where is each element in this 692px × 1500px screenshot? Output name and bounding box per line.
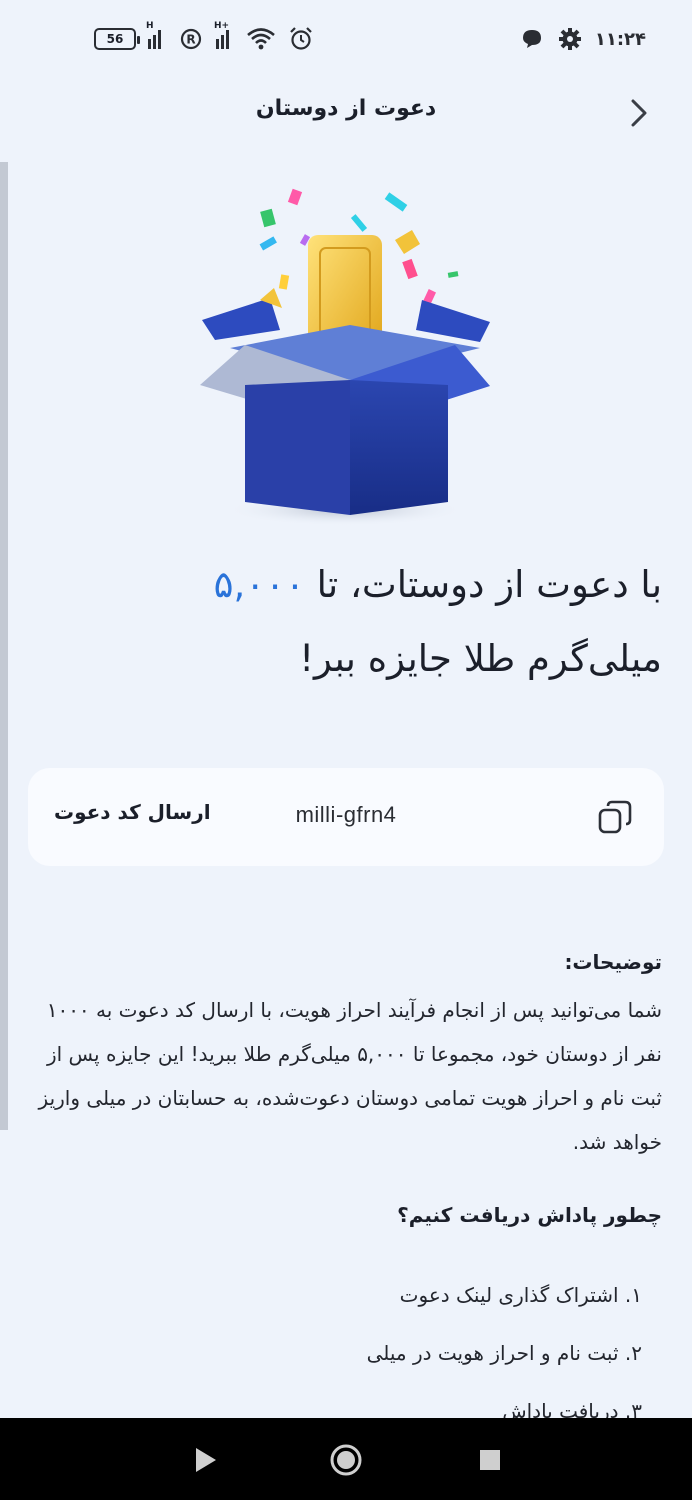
gear-icon bbox=[558, 28, 581, 50]
description-body: شما می‌توانید پس از انجام فرآیند احراز ه… bbox=[38, 998, 662, 1154]
signal-icon: H+ bbox=[214, 21, 234, 49]
status-left: 56 H R H+ bbox=[94, 21, 314, 52]
scrollbar[interactable] bbox=[0, 162, 8, 1130]
wifi-icon bbox=[247, 28, 275, 50]
list-item: ۱. اشتراک گذاری لینک دعوت bbox=[399, 1283, 642, 1307]
headline: با دعوت از دوستات، تا ۵,۰۰۰ میلی‌گرم طلا… bbox=[22, 548, 662, 696]
headline-text-line2: میلی‌گرم طلا جایزه ببر! bbox=[299, 637, 662, 680]
copy-icon bbox=[598, 800, 632, 834]
status-right: ۱۱:۲۴ bbox=[519, 26, 646, 52]
gift-box-illustration bbox=[200, 188, 490, 526]
roaming-icon: R bbox=[180, 28, 202, 50]
home-nav-button[interactable] bbox=[328, 1442, 364, 1478]
app-header: دعوت از دوستان bbox=[0, 82, 692, 142]
invite-code: milli-gfrn4 bbox=[295, 802, 397, 827]
headline-text: با دعوت از دوستات، تا bbox=[304, 563, 662, 606]
home-circle-icon bbox=[330, 1444, 362, 1476]
system-nav-bar bbox=[0, 1418, 692, 1500]
headline-amount: ۵,۰۰۰ bbox=[213, 563, 305, 606]
how-to-title: چطور پاداش دریافت کنیم؟ bbox=[397, 1203, 662, 1227]
status-bar: 56 H R H+ ۱۱:۲۴ bbox=[0, 0, 692, 82]
list-item: ۲. ثبت نام و احراز هویت در میلی bbox=[366, 1341, 642, 1365]
network-type-label: H bbox=[146, 21, 154, 31]
chat-bubble-icon bbox=[522, 30, 541, 48]
invite-code-card: ارسال کد دعوت milli-gfrn4 bbox=[28, 768, 664, 866]
description-title: توضیحات: bbox=[564, 950, 662, 974]
recents-nav-button[interactable] bbox=[472, 1442, 508, 1478]
back-nav-button[interactable] bbox=[188, 1442, 224, 1478]
status-time: ۱۱:۲۴ bbox=[594, 28, 646, 50]
page-title: دعوت از دوستان bbox=[255, 96, 437, 121]
square-icon bbox=[480, 1450, 500, 1470]
battery-icon: 56 bbox=[94, 28, 140, 50]
copy-button[interactable] bbox=[596, 798, 634, 836]
screen: 56 H R H+ ۱۱:۲۴ دعوت از دوستان با دعوت ا… bbox=[0, 0, 692, 1500]
alarm-icon bbox=[290, 27, 312, 50]
signal-icon: H bbox=[146, 21, 166, 49]
svg-text:R: R bbox=[186, 33, 195, 47]
back-button[interactable] bbox=[624, 96, 654, 130]
play-triangle-icon bbox=[196, 1448, 216, 1472]
network-type-label: H+ bbox=[214, 21, 230, 31]
chevron-right-icon bbox=[631, 99, 647, 127]
